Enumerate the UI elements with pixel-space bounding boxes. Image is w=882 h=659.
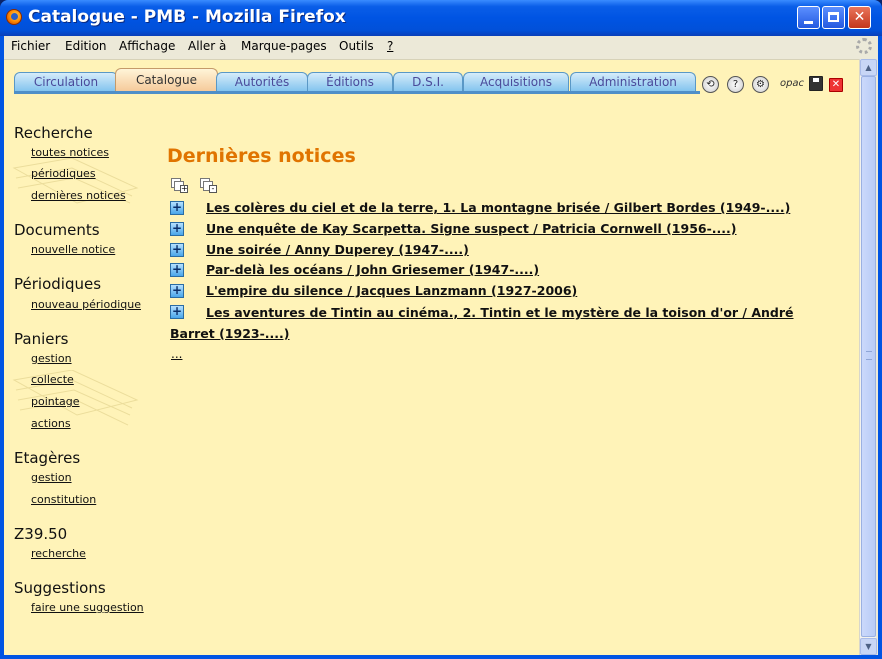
sidebar-section-documents: Documents [14,221,100,239]
collapse-all-icon[interactable]: - [200,178,218,194]
history-icon[interactable]: ⟲ [702,76,719,93]
minimize-icon [804,21,813,24]
expand-notice-icon[interactable]: + [170,243,184,257]
menu-affichage[interactable]: Affichage [119,39,175,53]
sidebar-link-actions[interactable]: actions [31,417,71,430]
menu-outils[interactable]: Outils [339,39,374,53]
sidebar-link-constitution[interactable]: constitution [31,493,96,506]
expand-notice-icon[interactable]: + [170,284,184,298]
minimize-button[interactable] [797,6,820,29]
sidebar-section-recherche: Recherche [14,124,93,142]
menu-aller[interactable]: Aller à [188,39,226,53]
expand-all-icon[interactable]: + [171,178,189,194]
page-content: Circulation Catalogue Autorités Éditions… [4,59,859,655]
tab-acquisitions[interactable]: Acquisitions [463,72,569,92]
menu-bar: Fichier Edition Affichage Aller à Marque… [4,36,878,58]
tab-dsi[interactable]: D.S.I. [393,72,463,92]
save-icon[interactable] [809,76,823,91]
close-icon: ✕ [853,9,866,25]
close-button[interactable]: ✕ [848,6,871,29]
help-icon[interactable]: ? [727,76,744,93]
logout-icon[interactable]: ✕ [829,78,843,92]
sidebar-link-gestion-etageres[interactable]: gestion [31,471,72,484]
sidebar-link-dernieres-notices[interactable]: dernières notices [31,189,126,202]
sidebar-section-z3950: Z39.50 [14,525,68,543]
notice-link[interactable]: Une soirée / Anny Duperey (1947-....) [206,242,469,257]
settings-icon[interactable]: ⚙ [752,76,769,93]
tab-administration[interactable]: Administration [570,72,696,92]
sidebar-link-toutes-notices[interactable]: toutes notices [31,146,109,159]
notice-link[interactable]: Les colères du ciel et de la terre, 1. L… [206,200,790,215]
sidebar-section-etageres: Etagères [14,449,81,467]
menu-fichier[interactable]: Fichier [11,39,50,53]
client-area: Fichier Edition Affichage Aller à Marque… [4,36,878,655]
tab-autorites[interactable]: Autorités [216,72,308,92]
more-notices-link[interactable]: ... [171,347,182,361]
sidebar: Recherche toutes notices périodiques der… [4,60,164,656]
notice-link[interactable]: Par-delà les océans / John Griesemer (19… [206,262,539,277]
sidebar-section-suggestions: Suggestions [14,579,106,597]
title-bar[interactable]: Catalogue - PMB - Mozilla Firefox ✕ [0,0,882,36]
sidebar-link-collecte[interactable]: collecte [31,373,74,386]
tab-editions[interactable]: Éditions [307,72,393,92]
maximize-button[interactable] [822,6,845,29]
sidebar-link-gestion-paniers[interactable]: gestion [31,352,72,365]
sidebar-link-periodiques[interactable]: périodiques [31,167,96,180]
opac-icon[interactable]: opac [779,76,805,93]
sidebar-section-periodiques: Périodiques [14,275,102,293]
sidebar-section-paniers: Paniers [14,330,69,348]
sidebar-link-pointage[interactable]: pointage [31,395,80,408]
scroll-up-arrow-icon[interactable]: ▲ [860,59,877,76]
browser-window: Catalogue - PMB - Mozilla Firefox ✕ Fich… [0,0,882,659]
throbber-icon [856,38,872,54]
expand-notice-icon[interactable]: + [170,201,184,215]
sidebar-link-recherche-z3950[interactable]: recherche [31,547,86,560]
window-title: Catalogue - PMB - Mozilla Firefox [28,7,346,27]
scroll-down-arrow-icon[interactable]: ▼ [860,638,877,655]
sidebar-link-faire-suggestion[interactable]: faire une suggestion [31,601,144,614]
vertical-scrollbar[interactable]: ▲ ▼ [859,59,877,655]
page-title: Dernières notices [167,145,356,167]
notice-link[interactable]: L'empire du silence / Jacques Lanzmann (… [206,283,577,298]
expand-notice-icon[interactable]: + [170,263,184,277]
expand-notice-icon[interactable]: + [170,222,184,236]
firefox-icon [6,9,22,25]
notice-link[interactable]: Une enquête de Kay Scarpetta. Signe susp… [206,221,736,236]
menu-edition[interactable]: Edition [65,39,107,53]
sidebar-link-nouvelle-notice[interactable]: nouvelle notice [31,243,115,256]
menu-help[interactable]: ? [387,39,393,53]
toolbar-icons: ⟲ ? ⚙ opac ✕ [702,76,852,94]
menu-marque-pages[interactable]: Marque-pages [241,39,327,53]
scrollbar-thumb[interactable] [861,76,876,637]
notice-link[interactable]: Les aventures de Tintin au cinéma., 2. T… [170,302,810,344]
maximize-icon [828,12,839,22]
sidebar-link-nouveau-periodique[interactable]: nouveau périodique [31,298,141,311]
notice-row: + Les aventures de Tintin au cinéma., 2.… [170,304,810,346]
